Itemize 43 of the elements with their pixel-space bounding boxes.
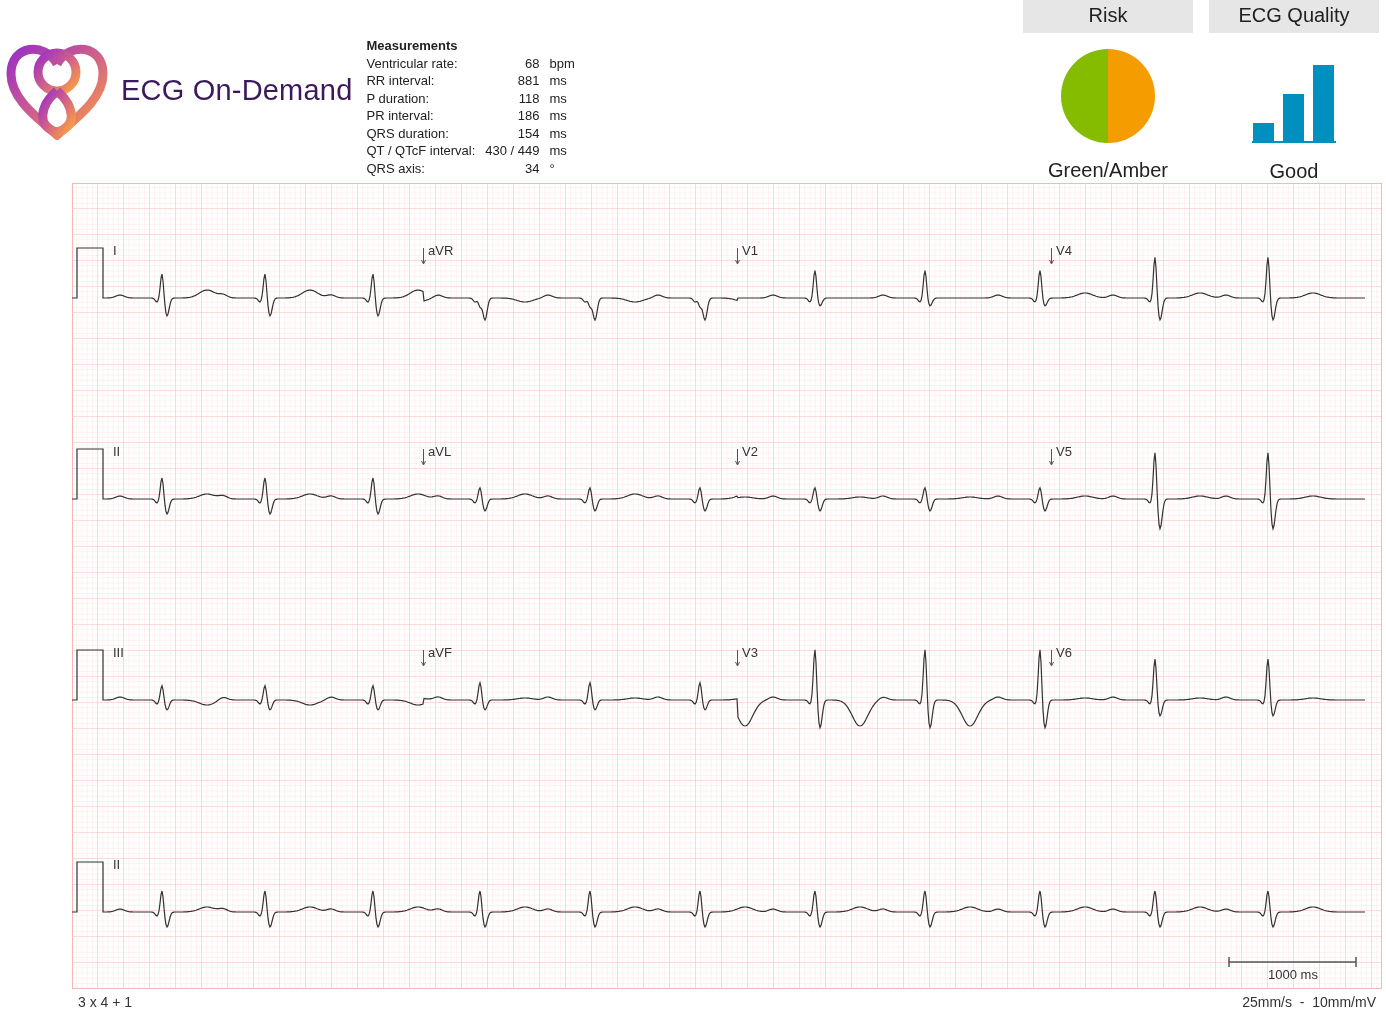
lead-label: I [113, 243, 117, 258]
measurement-value: 118 [517, 89, 541, 107]
lead-label: aVR [428, 243, 454, 258]
lead-label: II [113, 857, 121, 872]
lead-label: aVL [428, 444, 452, 459]
lead-label: III [113, 645, 124, 660]
measurement-label: QT / QTcF interval: [366, 142, 476, 160]
measurement-value: 881 [516, 72, 541, 90]
measurement-unit: ms [549, 72, 568, 90]
measurement-unit: ms [549, 89, 568, 107]
brand-name: ECG On-Demand [121, 73, 353, 107]
lead-label: V2 [742, 444, 758, 459]
measurement-unit: bpm [549, 54, 575, 72]
measurement-unit: ms [549, 124, 568, 142]
measurement-value: 186 [516, 107, 541, 125]
measurement-label: PR interval: [366, 107, 435, 125]
measurements-title: Measurements [366, 37, 459, 55]
layout-label: 3 x 4 + 1 [78, 994, 133, 1010]
measurement-label: Ventricular rate: [366, 54, 459, 72]
panel-title: ECG Quality [1209, 0, 1379, 33]
panel-title: Risk [1023, 0, 1193, 33]
measurement-unit: ° [549, 159, 556, 177]
scale-bar-label: 1000 ms [1268, 967, 1318, 982]
panel-value: Green/Amber [1047, 159, 1169, 182]
measurement-label: P duration: [366, 89, 431, 107]
speed-gain-label: 25mm/s - 10mm/mV [1242, 994, 1376, 1010]
measurement-value: 430 / 449 [484, 142, 541, 160]
panel-value: Good [1269, 160, 1319, 183]
lead-label: V5 [1056, 444, 1072, 459]
measurement-label: QRS duration: [366, 124, 450, 142]
measurement-label: QRS axis: [366, 159, 426, 177]
lead-label: V6 [1056, 645, 1072, 660]
measurement-value: 34 [524, 159, 541, 177]
lead-label: II [113, 444, 121, 459]
lead-label: V4 [1056, 243, 1072, 258]
lead-label: V3 [742, 645, 758, 660]
measurement-label: RR interval: [366, 72, 436, 90]
measurement-value: 154 [516, 124, 541, 142]
lead-label: V1 [742, 243, 758, 258]
lead-label: aVF [428, 645, 452, 660]
measurement-unit: ms [549, 107, 568, 125]
measurement-unit: ms [549, 142, 568, 160]
measurement-value: 68 [524, 54, 541, 72]
